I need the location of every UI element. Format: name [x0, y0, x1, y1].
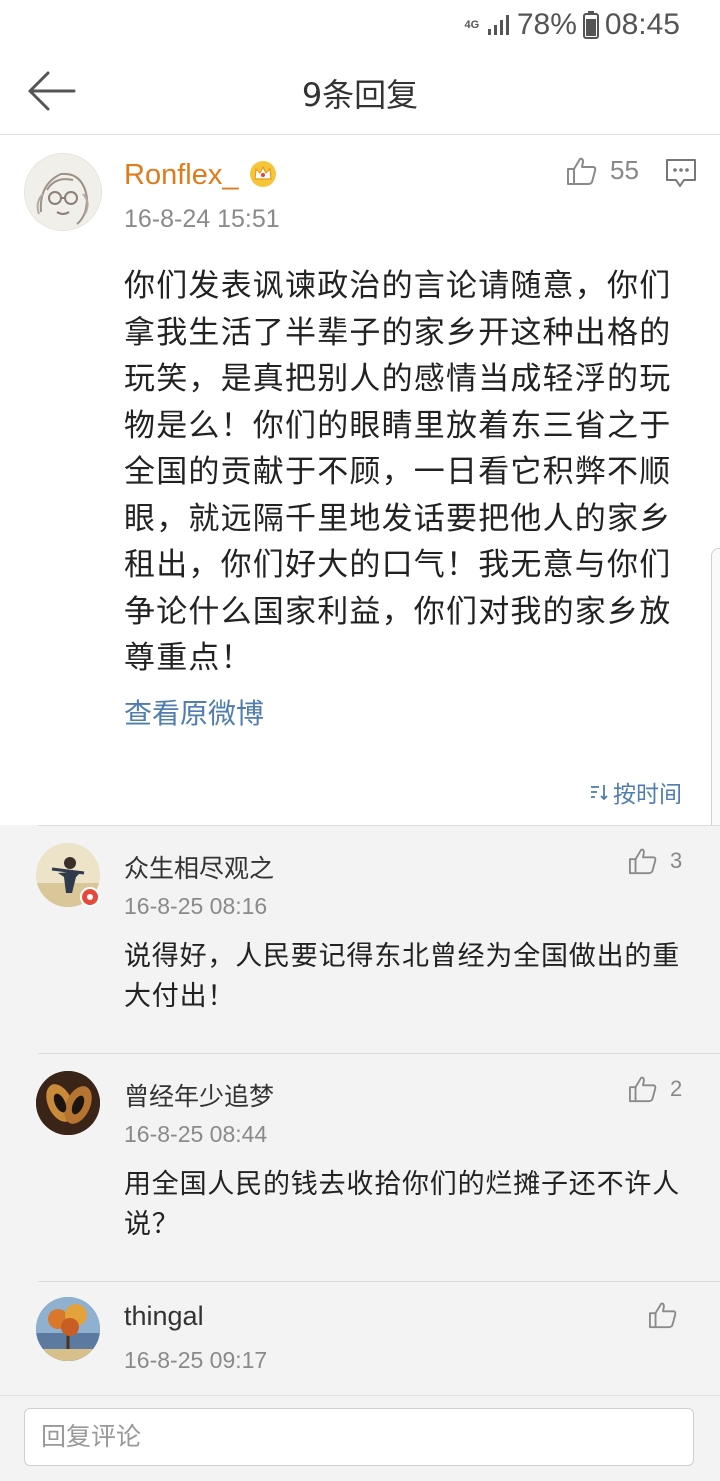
sort-by-time-button[interactable]: 按时间 [589, 775, 682, 809]
signal-icon [487, 15, 509, 35]
divider [38, 1281, 720, 1282]
thumbs-up-icon [629, 848, 657, 875]
status-bar: 4G 78% 08:45 [0, 0, 720, 48]
thumbs-up-icon [629, 1076, 657, 1103]
main-comment: Ronflex_ 16-8-24 15:51 55 你们发表讽谏政治的言论请随意… [0, 135, 720, 848]
user-avatar-image [36, 1071, 100, 1135]
user-avatar-image [36, 1297, 100, 1361]
reply-text: 用全国人民的钱去收拾你们的烂摊子还不许人说？ [124, 1169, 680, 1240]
avatar[interactable] [24, 153, 102, 231]
divider [38, 1053, 720, 1054]
reply-input-bar: 回复评论 [0, 1395, 720, 1481]
thumbs-up-icon [567, 157, 597, 185]
scroll-handle[interactable] [711, 548, 720, 848]
verified-badge-icon [80, 887, 100, 907]
top-navigation-bar: 9条回复 [0, 48, 720, 135]
reply-list: 众生相尽观之 16-8-25 08:16 3 说得好，人民要记得东北曾经为全国做… [0, 825, 720, 1395]
thumbs-up-icon [649, 1302, 677, 1329]
like-button[interactable]: 55 [566, 155, 639, 186]
sort-label: 按时间 [613, 782, 682, 808]
username[interactable]: 众生相尽观之 [124, 849, 274, 885]
sort-icon [591, 785, 608, 801]
status-icons: 4G 78% 08:45 [463, 8, 680, 42]
username[interactable]: Ronflex_ [124, 159, 238, 192]
avatar[interactable] [36, 1071, 100, 1135]
timestamp: 16-8-25 09:17 [124, 1347, 268, 1373]
timestamp: 16-8-25 08:44 [124, 1121, 268, 1147]
list-item: 众生相尽观之 16-8-25 08:16 3 说得好，人民要记得东北曾经为全国做… [0, 825, 720, 1053]
reply-text: 说得好，人民要记得东北曾经为全国做出的重大付出！ [124, 941, 680, 1012]
username[interactable]: thingal [124, 1301, 204, 1332]
reply-comment-input[interactable]: 回复评论 [24, 1408, 694, 1466]
view-original-post-link[interactable]: 查看原微博 [124, 692, 264, 732]
like-count: 2 [670, 1076, 683, 1101]
like-button[interactable]: 3 [628, 847, 682, 875]
page-title: 9条回复 [301, 76, 419, 114]
user-avatar-image [25, 154, 101, 230]
like-count: 55 [610, 155, 639, 185]
list-item: 曾经年少追梦 16-8-25 08:44 2 用全国人民的钱去收拾你们的烂摊子还… [0, 1053, 720, 1281]
username[interactable]: 曾经年少追梦 [124, 1077, 274, 1113]
timestamp: 16-8-24 15:51 [124, 205, 280, 233]
comment-text: 你们发表讽谏政治的言论请随意，你们拿我生活了半辈子的家乡开这种出格的玩笑，是真把… [124, 268, 672, 676]
comment-reply-icon[interactable] [664, 157, 698, 189]
like-button[interactable] [648, 1301, 678, 1329]
battery-icon [582, 11, 599, 39]
timestamp: 16-8-25 08:16 [124, 893, 268, 919]
clock: 08:45 [604, 8, 680, 41]
like-count: 3 [670, 848, 683, 873]
like-button[interactable]: 2 [628, 1075, 682, 1103]
crown-badge-icon [250, 161, 276, 187]
avatar[interactable] [36, 1297, 100, 1361]
list-item: thingal 16-8-25 09:17 [0, 1281, 720, 1395]
divider [38, 825, 720, 826]
battery-percent: 78% [516, 8, 577, 41]
network-type-indicator: 4G [464, 18, 480, 31]
